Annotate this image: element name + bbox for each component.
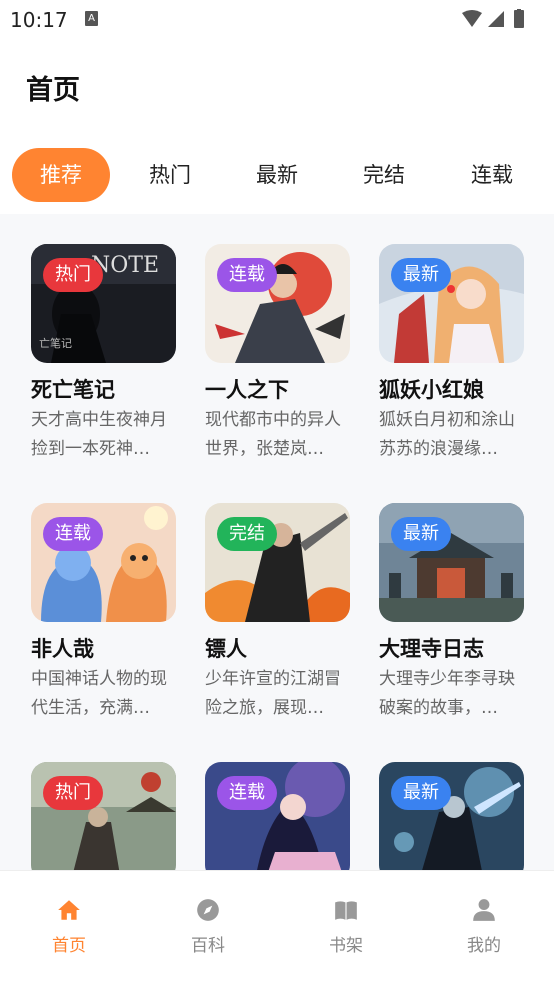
home-icon bbox=[58, 900, 80, 920]
tab-latest[interactable]: 最新 bbox=[237, 148, 317, 202]
signal-battery-icons bbox=[462, 9, 524, 28]
status-bar: 10:17 A bbox=[0, 0, 554, 38]
comic-title: 非人哉 bbox=[31, 637, 94, 661]
comic-desc: 大理寺少年李寻玦破案的故事，… bbox=[379, 669, 515, 718]
bottom-nav: 首页 百科 书架 我的 bbox=[0, 870, 554, 984]
nav-encyclopedia[interactable]: 百科 bbox=[173, 897, 243, 956]
tab-hot[interactable]: 热门 bbox=[130, 148, 210, 202]
nav-label: 首页 bbox=[52, 936, 86, 956]
comic-desc: 中国神话人物的现代生活，充满… bbox=[31, 669, 167, 718]
status-badge: 完结 bbox=[217, 517, 277, 551]
tab-completed[interactable]: 完结 bbox=[344, 148, 424, 202]
status-badge: 连载 bbox=[43, 517, 103, 551]
comic-desc: 现代都市中的异人世界，张楚岚… bbox=[205, 410, 341, 459]
comic-title: 死亡笔记 bbox=[31, 378, 115, 402]
compass-icon bbox=[197, 899, 219, 921]
book-icon bbox=[335, 901, 357, 920]
nav-label: 书架 bbox=[329, 936, 363, 956]
status-badge: 最新 bbox=[391, 258, 451, 292]
status-badge: 热门 bbox=[43, 776, 103, 810]
comic-title: 一人之下 bbox=[205, 378, 289, 402]
nav-home[interactable]: 首页 bbox=[34, 897, 104, 956]
comic-title: 镖人 bbox=[205, 637, 247, 661]
nav-bookshelf[interactable]: 书架 bbox=[311, 897, 381, 956]
status-badge: 连载 bbox=[217, 776, 277, 810]
status-badge: 最新 bbox=[391, 776, 451, 810]
comic-grid: NOTE 亡笔记 热门 死亡笔记 天才高中生夜神月捡到一本死神… 连载 一人之下… bbox=[0, 214, 554, 870]
page-title: 首页 bbox=[26, 75, 80, 106]
comic-title: 大理寺日志 bbox=[379, 637, 484, 661]
status-badge: 连载 bbox=[217, 258, 277, 292]
cell-signal-icon bbox=[488, 11, 504, 27]
nav-label: 百科 bbox=[191, 936, 225, 956]
svg-text:亡笔记: 亡笔记 bbox=[39, 336, 72, 350]
nav-label: 我的 bbox=[467, 936, 501, 956]
comic-desc: 天才高中生夜神月捡到一本死神… bbox=[31, 410, 167, 459]
status-badge: 热门 bbox=[43, 258, 103, 292]
comic-desc: 少年许宣的江湖冒险之旅，展现… bbox=[205, 669, 341, 718]
user-icon bbox=[473, 899, 495, 921]
tab-recommend[interactable]: 推荐 bbox=[12, 148, 110, 202]
nav-profile[interactable]: 我的 bbox=[449, 897, 519, 956]
battery-icon bbox=[514, 10, 524, 28]
comic-desc: 狐妖白月初和涂山苏苏的浪漫缘… bbox=[379, 410, 515, 459]
tab-serializing[interactable]: 连载 bbox=[452, 148, 532, 202]
category-tabs: 推荐 热门 最新 完结 连载 bbox=[0, 146, 554, 202]
status-badge: 最新 bbox=[391, 517, 451, 551]
status-time: 10:17 bbox=[10, 8, 68, 32]
wifi-icon bbox=[462, 10, 482, 27]
comic-title: 狐妖小红娘 bbox=[379, 378, 484, 402]
notification-icon: A bbox=[85, 11, 98, 26]
